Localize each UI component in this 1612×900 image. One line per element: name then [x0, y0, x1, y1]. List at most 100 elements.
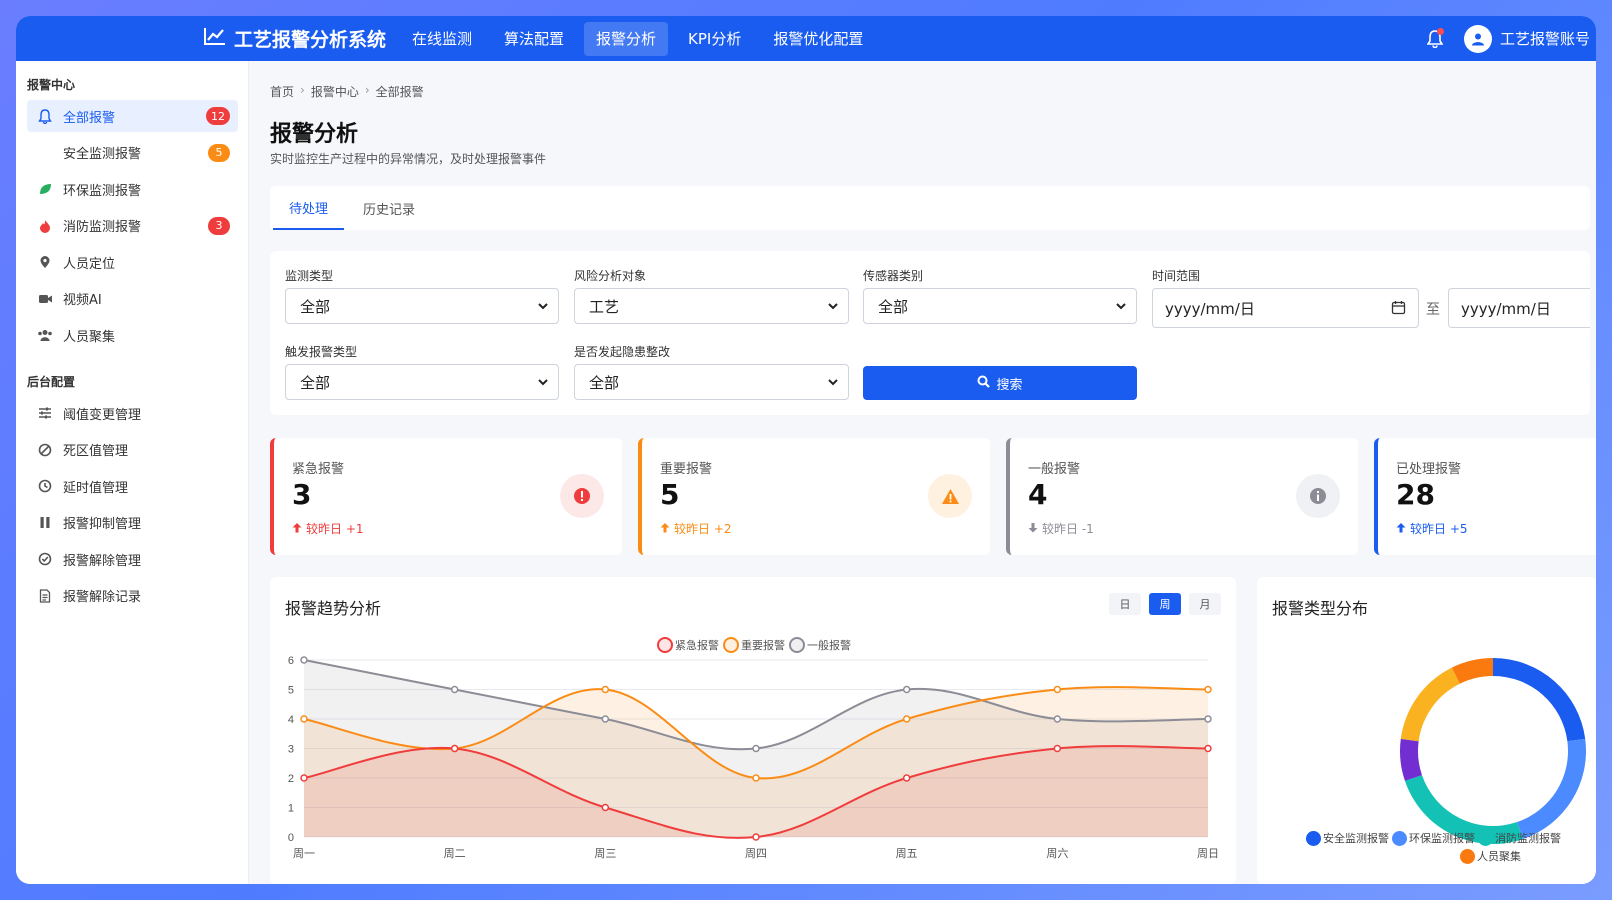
count-badge: 12	[206, 107, 230, 125]
sidebar-item-label: 消防监测报警	[63, 220, 142, 235]
arrow-up-icon	[1396, 522, 1406, 536]
sidebar-item-label: 阈值变更管理	[63, 407, 142, 423]
data-point[interactable]	[902, 685, 911, 694]
sensor-type-label: 传感器类别	[863, 269, 924, 283]
risk-object-value: 工艺	[589, 297, 620, 316]
data-point[interactable]	[1204, 685, 1212, 694]
data-point[interactable]	[1053, 715, 1062, 723]
donut-legend-item-0[interactable]: 安全监测报警	[1306, 830, 1389, 846]
data-point[interactable]	[300, 656, 308, 664]
sidebar-item-label: 安全监测报警	[63, 147, 142, 162]
sidebar-item-sidebar-items1-2[interactable]: 环保监测报警	[27, 173, 238, 205]
monitor-type-value: 全部	[300, 297, 331, 316]
hazard-fix-select[interactable]: 全部	[574, 364, 849, 400]
sidebar-item-sidebar-items1-3[interactable]: 消防监测报警 3	[27, 210, 238, 242]
data-point[interactable]	[1053, 744, 1062, 753]
sidebar-item-sidebar-items2-5[interactable]: 报警解除记录	[27, 580, 238, 612]
pie-slice-0[interactable]	[1493, 658, 1586, 742]
legend-marker	[1460, 848, 1475, 864]
trigger-type-select[interactable]: 全部	[285, 364, 559, 400]
pause-icon	[37, 515, 53, 531]
sidebar: 报警中心 全部报警 12 安全监测报警 5 环保监测报警 消防监测报警 3 人员定位 视频AI 人…	[16, 61, 249, 884]
stat-trend: 较昨日 +2	[660, 520, 732, 537]
pie-slice-3[interactable]	[1400, 738, 1422, 781]
nav-item-4[interactable]: 报警优化配置	[761, 22, 875, 56]
sidebar-section-backend-config: 后台配置	[27, 375, 76, 389]
pie-slice-1[interactable]	[1517, 738, 1586, 840]
data-point[interactable]	[601, 715, 610, 723]
data-point[interactable]	[1204, 744, 1212, 753]
legend-marker	[1306, 830, 1321, 846]
nav-item-0[interactable]: 在线监测	[400, 22, 484, 56]
arrow-down-icon	[1028, 522, 1038, 536]
stat-card-1[interactable]: 重要报警 5 较昨日 +2	[638, 438, 990, 555]
data-point[interactable]	[752, 833, 760, 841]
data-point[interactable]	[300, 774, 308, 782]
breadcrumb-separator: ›	[300, 83, 305, 97]
sidebar-item-sidebar-items1-6[interactable]: 人员聚集	[27, 319, 238, 351]
calendar-icon[interactable]	[1391, 300, 1406, 319]
data-point[interactable]	[1204, 715, 1212, 723]
data-point[interactable]	[450, 685, 459, 694]
stat-card-3[interactable]: 已处理报警 28 较昨日 +5	[1374, 438, 1596, 555]
donut-legend-item-2[interactable]: 消防监测报警	[1478, 830, 1561, 846]
pie-slice-4[interactable]	[1400, 667, 1460, 742]
app-title: 工艺报警分析系统	[234, 29, 387, 51]
data-point[interactable]	[601, 685, 610, 694]
tab-history[interactable]: 历史记录	[363, 186, 415, 230]
data-point[interactable]	[902, 715, 911, 723]
brand[interactable]: 工艺报警分析系统	[204, 16, 386, 61]
sidebar-item-sidebar-items2-4[interactable]: 报警解除管理	[27, 543, 238, 575]
data-point[interactable]	[902, 774, 911, 782]
x-tick-label: 周一	[293, 847, 315, 860]
sidebar-item-sidebar-items1-5[interactable]: 视频AI	[27, 283, 238, 315]
stat-value: 5	[660, 478, 680, 511]
monitor-type-select[interactable]: 全部	[285, 288, 559, 324]
pie-slice-5[interactable]	[1451, 658, 1493, 684]
sidebar-item-sidebar-items2-3[interactable]: 报警抑制管理	[27, 507, 238, 539]
notification-bell-icon[interactable]	[1424, 27, 1446, 50]
start-date-value: yyyy/mm/日	[1165, 299, 1255, 318]
start-date-input[interactable]: yyyy/mm/日	[1152, 288, 1419, 328]
nav-item-2[interactable]: 报警分析	[584, 21, 669, 56]
legend-label: 消防监测报警	[1495, 832, 1561, 845]
stat-card-2[interactable]: 一般报警 4 较昨日 -1	[1006, 438, 1358, 555]
donut-legend-item-1[interactable]: 环保监测报警	[1392, 830, 1475, 846]
sidebar-item-sidebar-items1-4[interactable]: 人员定位	[27, 246, 238, 278]
stat-value: 28	[1396, 478, 1435, 511]
data-point[interactable]	[450, 744, 459, 753]
time-range-label: 时间范围	[1152, 269, 1201, 283]
donut-legend-item-5[interactable]: 人员聚集	[1460, 848, 1521, 864]
stat-card-0[interactable]: 紧急报警 3 较昨日 +1	[270, 438, 622, 555]
hazard-fix-label: 是否发起隐患整改	[574, 345, 671, 359]
data-point[interactable]	[752, 774, 760, 782]
sidebar-item-sidebar-items1-1[interactable]: 安全监测报警 5	[27, 137, 238, 169]
end-date-input[interactable]: yyyy/mm/日	[1448, 288, 1590, 328]
data-point[interactable]	[752, 744, 760, 753]
sidebar-item-sidebar-items2-2[interactable]: 延时值管理	[27, 470, 238, 502]
sidebar-item-label: 视频AI	[63, 293, 102, 308]
y-tick-label: 3	[288, 744, 294, 756]
tab-pending[interactable]: 待处理	[273, 186, 345, 230]
sidebar-item-sidebar-items1-0[interactable]: 全部报警 12	[27, 100, 238, 132]
breadcrumb-item-0[interactable]: 首页	[270, 83, 294, 100]
risk-object-select[interactable]: 工艺	[574, 288, 849, 324]
sliders-icon	[37, 405, 53, 421]
data-point[interactable]	[1053, 685, 1062, 694]
nav-item-3[interactable]: KPI分析	[676, 22, 753, 56]
nav-item-1[interactable]: 算法配置	[492, 22, 576, 56]
stat-trend-text: 较昨日 +5	[1410, 522, 1468, 536]
legend-label: 安全监测报警	[1323, 832, 1389, 845]
data-point[interactable]	[601, 803, 610, 812]
chevron-down-icon	[536, 299, 550, 317]
blank-icon	[37, 145, 53, 161]
user-avatar-icon	[1463, 24, 1492, 53]
sidebar-item-sidebar-items2-0[interactable]: 阈值变更管理	[27, 397, 238, 429]
sensor-type-select[interactable]: 全部	[863, 288, 1137, 324]
account-name: 工艺报警账号	[1499, 30, 1590, 48]
breadcrumb-item-1[interactable]: 报警中心	[311, 83, 359, 100]
sidebar-item-sidebar-items2-1[interactable]: 死区值管理	[27, 434, 238, 466]
search-button[interactable]: 搜索	[863, 366, 1137, 400]
user-menu[interactable]: 工艺报警账号	[1463, 24, 1590, 53]
data-point[interactable]	[300, 715, 308, 723]
